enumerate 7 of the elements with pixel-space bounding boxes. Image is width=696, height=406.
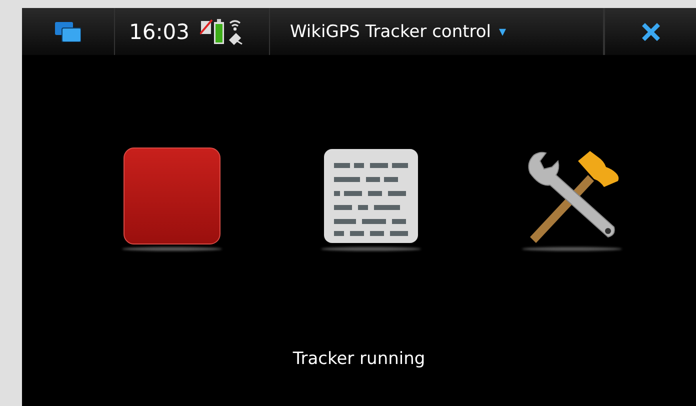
- text-document-icon[interactable]: [322, 147, 420, 245]
- app-title-menu[interactable]: WikiGPS Tracker control ▾: [270, 8, 604, 55]
- status-message: Tracker running: [292, 349, 426, 369]
- clock-time: 16:03: [129, 20, 190, 44]
- task-switcher-icon[interactable]: [55, 22, 81, 42]
- stop-icon[interactable]: [123, 147, 221, 245]
- status-icons-drawing: [200, 18, 244, 46]
